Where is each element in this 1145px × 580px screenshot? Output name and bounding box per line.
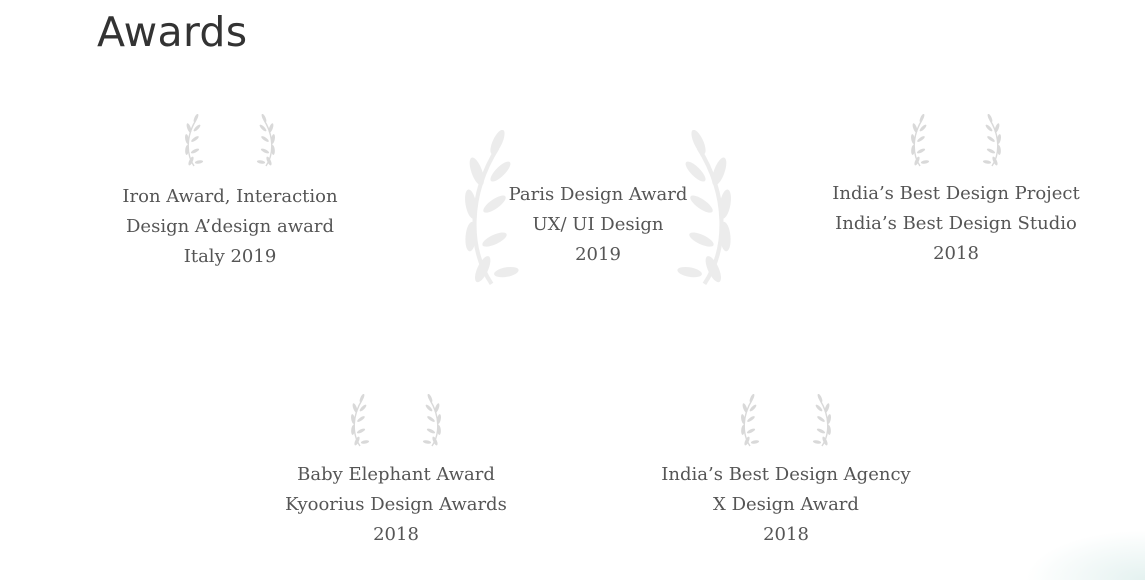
award-year: 2019 <box>575 244 621 265</box>
award-title: India’s Best Design Agency <box>661 464 911 485</box>
award-card: Iron Award, Interaction Design A’design … <box>80 114 380 272</box>
award-year: 2018 <box>763 524 809 545</box>
laurel-wreath-icon <box>740 394 832 447</box>
award-title: Iron Award, Interaction <box>122 186 338 207</box>
award-year: 2018 <box>933 243 979 264</box>
laurel-wreath-icon <box>184 114 276 167</box>
award-category: Design A’design award <box>126 216 334 237</box>
laurel-wreath-icon <box>910 114 1002 167</box>
laurel-wreath-icon <box>350 394 442 447</box>
award-title: Baby Elephant Award <box>297 464 495 485</box>
award-category: India’s Best Design Studio <box>835 213 1077 234</box>
page-title: Awards <box>97 8 248 56</box>
award-category: X Design Award <box>713 494 859 515</box>
award-card: Paris Design Award UX/ UI Design 2019 <box>448 180 748 270</box>
award-title: Paris Design Award <box>508 184 688 205</box>
award-category: Kyoorius Design Awards <box>285 494 507 515</box>
award-card: Baby Elephant Award Kyoorius Design Awar… <box>246 394 546 550</box>
background-glow <box>1025 530 1145 580</box>
award-category: UX/ UI Design <box>532 214 664 235</box>
award-year: 2018 <box>373 524 419 545</box>
award-title: India’s Best Design Project <box>832 183 1080 204</box>
award-card: India’s Best Design Project India’s Best… <box>806 114 1106 269</box>
award-year: Italy 2019 <box>183 246 277 267</box>
award-card: India’s Best Design Agency X Design Awar… <box>636 394 936 550</box>
